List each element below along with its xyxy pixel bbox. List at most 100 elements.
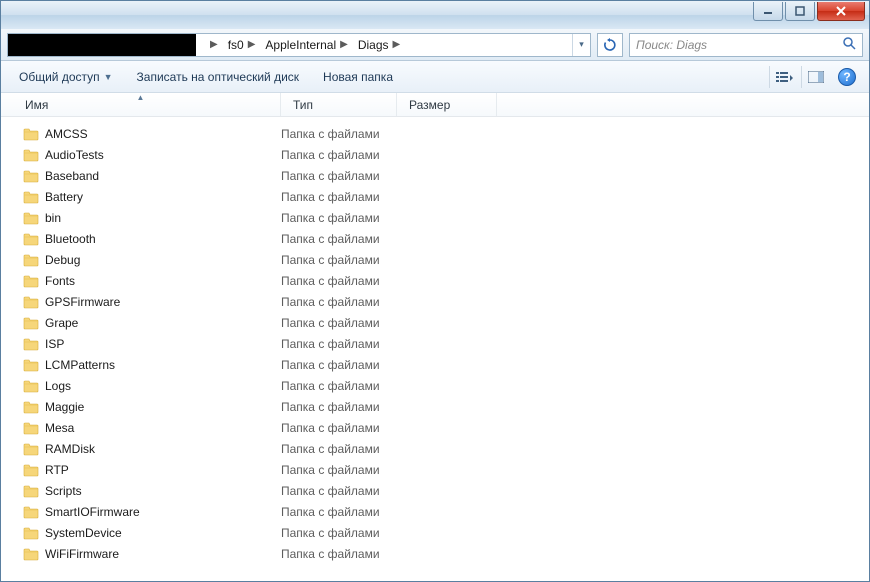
maximize-button[interactable] xyxy=(785,2,815,21)
cell-type: Папка с файлами xyxy=(281,505,397,519)
item-name: bin xyxy=(45,211,61,225)
list-item[interactable]: AMCSSПапка с файлами xyxy=(1,123,869,144)
folder-icon xyxy=(23,169,39,183)
item-name: GPSFirmware xyxy=(45,295,120,309)
list-item[interactable]: WiFiFirmwareПапка с файлами xyxy=(1,543,869,564)
folder-icon xyxy=(23,547,39,561)
explorer-window: ▶ fs0▶ AppleInternal▶ Diags▶ ▾ Общий дос… xyxy=(0,0,870,582)
address-bar[interactable]: ▶ fs0▶ AppleInternal▶ Diags▶ ▾ xyxy=(7,33,591,57)
folder-icon xyxy=(23,274,39,288)
breadcrumb-item[interactable]: Diags▶ xyxy=(352,34,404,56)
item-name: Logs xyxy=(45,379,71,393)
view-options-button[interactable] xyxy=(769,66,797,88)
list-item[interactable]: Fonts Папка с файлами xyxy=(1,270,869,291)
list-item[interactable]: MesaПапка с файлами xyxy=(1,417,869,438)
item-name: Baseband xyxy=(45,169,99,183)
cell-name: WiFiFirmware xyxy=(23,547,281,561)
cell-name: GPSFirmware xyxy=(23,295,281,309)
toolbar-label: Записать на оптический диск xyxy=(137,70,300,84)
item-name: SystemDevice xyxy=(45,526,122,540)
list-item[interactable]: SmartIOFirmwareПапка с файлами xyxy=(1,501,869,522)
cell-type: Папка с файлами xyxy=(281,211,397,225)
nav-row: ▶ fs0▶ AppleInternal▶ Diags▶ ▾ xyxy=(1,29,869,61)
cell-name: LCMPatterns xyxy=(23,358,281,372)
search-box[interactable] xyxy=(629,33,863,57)
content-area: ▲ Имя Тип Размер AMCSSПапка с файлами Au… xyxy=(1,93,869,581)
list-item[interactable]: MaggieПапка с файлами xyxy=(1,396,869,417)
breadcrumb-label: AppleInternal xyxy=(265,38,336,52)
address-dropdown[interactable]: ▾ xyxy=(572,34,590,56)
cell-type: Папка с файлами xyxy=(281,316,397,330)
cell-type: Папка с файлами xyxy=(281,547,397,561)
cell-name: Maggie xyxy=(23,400,281,414)
list-item[interactable]: Battery Папка с файлами xyxy=(1,186,869,207)
column-label: Тип xyxy=(293,98,313,112)
close-button[interactable] xyxy=(817,2,865,21)
item-name: LCMPatterns xyxy=(45,358,115,372)
cell-type: Папка с файлами xyxy=(281,232,397,246)
column-header-name[interactable]: ▲ Имя xyxy=(1,93,281,116)
cell-name: Grape xyxy=(23,316,281,330)
cell-type: Папка с файлами xyxy=(281,484,397,498)
list-item[interactable]: DebugПапка с файлами xyxy=(1,249,869,270)
share-button[interactable]: Общий доступ ▼ xyxy=(9,66,123,88)
list-item[interactable]: SystemDeviceПапка с файлами xyxy=(1,522,869,543)
file-list[interactable]: AMCSSПапка с файлами AudioTestsПапка с ф… xyxy=(1,117,869,581)
folder-icon xyxy=(23,379,39,393)
cell-name: Logs xyxy=(23,379,281,393)
search-input[interactable] xyxy=(636,38,842,52)
column-header-type[interactable]: Тип xyxy=(281,93,397,116)
folder-icon xyxy=(23,358,39,372)
cell-type: Папка с файлами xyxy=(281,337,397,351)
item-name: RAMDisk xyxy=(45,442,95,456)
item-name: Battery xyxy=(45,190,83,204)
list-item[interactable]: RAMDiskПапка с файлами xyxy=(1,438,869,459)
cell-name: Mesa xyxy=(23,421,281,435)
cell-type: Папка с файлами xyxy=(281,253,397,267)
list-item[interactable]: GrapeПапка с файлами xyxy=(1,312,869,333)
refresh-button[interactable] xyxy=(597,33,623,57)
cell-name: Battery xyxy=(23,190,281,204)
minimize-button[interactable] xyxy=(753,2,783,21)
item-name: RTP xyxy=(45,463,69,477)
list-item[interactable]: ISP Папка с файлами xyxy=(1,333,869,354)
burn-disc-button[interactable]: Записать на оптический диск xyxy=(127,66,310,88)
cell-name: RAMDisk xyxy=(23,442,281,456)
refresh-icon xyxy=(603,38,617,52)
list-item[interactable]: RTPПапка с файлами xyxy=(1,459,869,480)
folder-icon xyxy=(23,400,39,414)
cell-type: Папка с файлами xyxy=(281,190,397,204)
list-item[interactable]: AudioTestsПапка с файлами xyxy=(1,144,869,165)
list-item[interactable]: LCMPatternsПапка с файлами xyxy=(1,354,869,375)
list-item[interactable]: BasebandПапка с файлами xyxy=(1,165,869,186)
list-item[interactable]: LogsПапка с файлами xyxy=(1,375,869,396)
column-label: Размер xyxy=(409,98,450,112)
item-name: Maggie xyxy=(45,400,84,414)
search-icon xyxy=(842,36,856,53)
preview-pane-button[interactable] xyxy=(801,66,829,88)
breadcrumb: ▶ fs0▶ AppleInternal▶ Diags▶ xyxy=(196,34,572,56)
new-folder-button[interactable]: Новая папка xyxy=(313,66,403,88)
chevron-down-icon: ▾ xyxy=(579,39,584,50)
item-name: ISP xyxy=(45,337,64,351)
help-icon: ? xyxy=(838,68,856,86)
folder-icon xyxy=(23,526,39,540)
command-bar: Общий доступ ▼ Записать на оптический ди… xyxy=(1,61,869,93)
toolbar-label: Новая папка xyxy=(323,70,393,84)
list-item[interactable]: ScriptsПапка с файлами xyxy=(1,480,869,501)
cell-name: RTP xyxy=(23,463,281,477)
list-item[interactable]: BluetoothПапка с файлами xyxy=(1,228,869,249)
cell-name: Fonts xyxy=(23,274,281,288)
item-name: Fonts xyxy=(45,274,75,288)
cell-type: Папка с файлами xyxy=(281,274,397,288)
breadcrumb-sep-initial[interactable]: ▶ xyxy=(200,34,222,56)
list-item[interactable]: GPSFirmware Папка с файлами xyxy=(1,291,869,312)
cell-type: Папка с файлами xyxy=(281,295,397,309)
cell-name: ISP xyxy=(23,337,281,351)
column-header-size[interactable]: Размер xyxy=(397,93,497,116)
help-button[interactable]: ? xyxy=(833,66,861,88)
breadcrumb-item[interactable]: AppleInternal▶ xyxy=(259,34,351,56)
breadcrumb-item[interactable]: fs0▶ xyxy=(222,34,260,56)
list-item[interactable]: bin Папка с файлами xyxy=(1,207,869,228)
cell-name: AMCSS xyxy=(23,127,281,141)
